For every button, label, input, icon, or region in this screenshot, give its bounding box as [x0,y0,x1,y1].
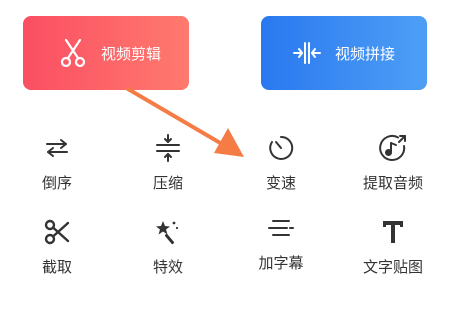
tool-effects[interactable]: 特效 [123,216,213,286]
tool-compress-label: 压缩 [152,174,183,192]
tool-text-sticker[interactable]: 文字贴图 [348,216,438,286]
merge-icon [285,31,329,75]
video-edit-label: 视频剪辑 [101,44,162,63]
scissors-icon [51,31,95,75]
scissors-icon [41,216,73,248]
tool-text-sticker-label: 文字贴图 [362,258,423,276]
video-join-label: 视频拼接 [335,44,396,63]
tool-extract-audio[interactable]: 提取音频 [348,132,438,202]
music-extract-icon [377,132,409,164]
tool-extract-audio-label: 提取音频 [362,174,423,192]
swap-arrows-icon [41,132,73,164]
tool-compress[interactable]: 压缩 [123,132,213,202]
tool-effects-label: 特效 [152,258,183,276]
tool-subtitle-label: 加字幕 [258,254,304,272]
compress-icon [152,132,184,164]
video-join-button[interactable]: 视频拼接 [261,16,427,90]
magic-wand-icon [152,216,184,248]
speed-dial-icon [265,132,297,164]
tool-speed-label: 变速 [265,174,296,192]
subtitle-icon [265,212,297,244]
tool-reverse[interactable]: 倒序 [12,132,102,202]
tool-reverse-label: 倒序 [41,174,72,192]
text-t-icon [377,216,409,248]
tool-trim[interactable]: 截取 [12,216,102,286]
tool-speed[interactable]: 变速 [236,132,326,202]
tool-subtitle[interactable]: 加字幕 [236,212,326,282]
tool-trim-label: 截取 [41,258,72,276]
video-edit-button[interactable]: 视频剪辑 [23,16,189,90]
video-tools-panel: 视频剪辑 视频拼接 倒序 压缩 变速 提取音频 截取 特效 加字幕 文字贴图 [0,0,450,313]
